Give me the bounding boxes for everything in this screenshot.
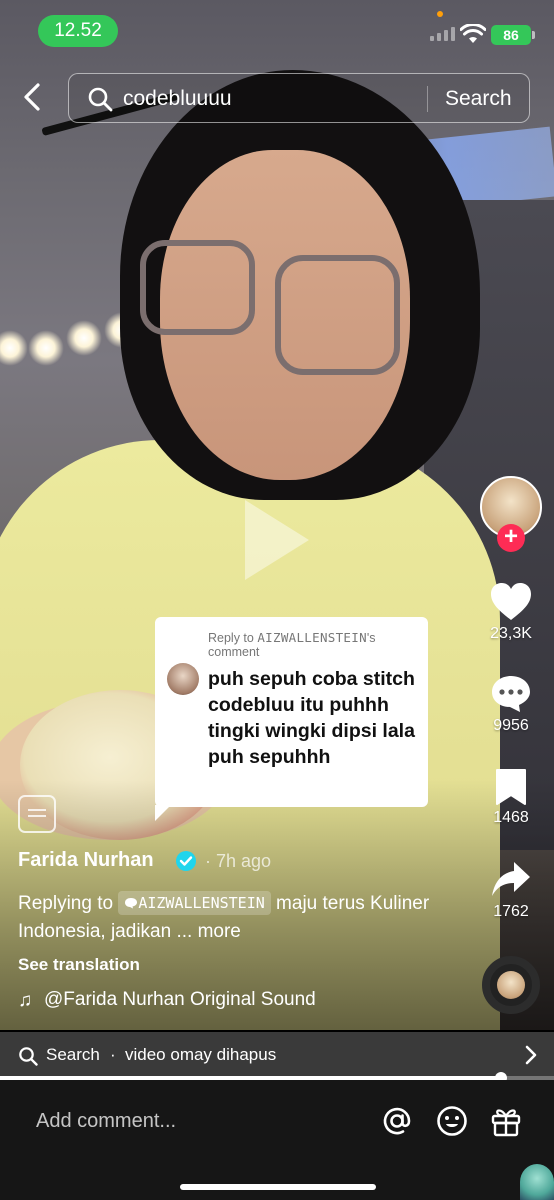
- heart-icon: [491, 583, 531, 620]
- wifi-icon: [460, 24, 486, 43]
- search-field[interactable]: codebluuuu Search: [68, 73, 530, 123]
- comment-bar: Add comment...: [0, 1080, 554, 1200]
- captions-icon[interactable]: [18, 795, 56, 833]
- sound-disc[interactable]: [482, 956, 540, 1014]
- author-name[interactable]: Farida Nurhan: [18, 849, 154, 872]
- sound-name[interactable]: @Farida Nurhan Original Sound: [44, 989, 316, 1011]
- caption-more-link[interactable]: more: [198, 921, 241, 942]
- share-button[interactable]: 1762: [480, 860, 542, 921]
- search-button[interactable]: Search: [445, 87, 512, 111]
- post-caption[interactable]: Replying to AIZWALLENSTEIN maju terus Ku…: [18, 890, 438, 946]
- gift-icon[interactable]: [489, 1104, 523, 1138]
- chevron-right-icon: [525, 1045, 537, 1065]
- save-count: 1468: [493, 809, 529, 826]
- sound-disc-avatar: [497, 971, 525, 999]
- bookmark-icon: [496, 769, 526, 805]
- comment-count: 9956: [493, 717, 529, 734]
- reply-comment-sticker[interactable]: Reply to AIZWALLENSTEIN's comment puh se…: [155, 617, 428, 821]
- emoji-icon[interactable]: [435, 1104, 469, 1138]
- reply-label-prefix: Reply to: [208, 631, 258, 645]
- search-suggestion-query: video omay dihapus: [125, 1045, 277, 1064]
- caption-mention-name: AIZWALLENSTEIN: [138, 894, 265, 912]
- background-light: [66, 320, 102, 356]
- reply-label: Reply to AIZWALLENSTEIN's comment: [208, 630, 423, 660]
- see-translation-link[interactable]: See translation: [18, 955, 140, 975]
- battery-indicator: 86: [491, 25, 535, 45]
- follow-plus-icon[interactable]: +: [497, 524, 525, 552]
- status-bar: 12.52 86: [0, 0, 554, 60]
- signal-icon: [430, 27, 455, 41]
- search-icon: [88, 87, 113, 112]
- comments-button[interactable]: 9956: [480, 674, 542, 735]
- share-arrow-icon: [492, 862, 530, 896]
- commenter-avatar: [167, 663, 199, 695]
- glasses-left: [140, 240, 255, 335]
- search-icon: [19, 1047, 38, 1066]
- search-suggestion-bar[interactable]: Search · video omay dihapus: [0, 1032, 554, 1080]
- post-time: · 7h ago: [205, 851, 272, 871]
- add-comment-input[interactable]: Add comment...: [36, 1110, 176, 1133]
- video-player[interactable]: [0, 0, 554, 1030]
- background-light: [0, 330, 28, 366]
- background-light: [28, 330, 64, 366]
- reply-comment-text: puh sepuh coba stitch codebluu itu puhhh…: [208, 668, 415, 768]
- back-arrow-icon[interactable]: [18, 82, 48, 112]
- privacy-indicator-dot: [437, 11, 443, 17]
- comment-chip-icon: [125, 898, 138, 909]
- like-count: 23,3K: [490, 625, 532, 642]
- caption-prefix: Replying to: [18, 893, 114, 914]
- floating-avatar[interactable]: [520, 1164, 554, 1200]
- mention-at-icon[interactable]: [380, 1104, 414, 1138]
- home-indicator[interactable]: [180, 1184, 376, 1190]
- save-button[interactable]: 1468: [480, 768, 542, 827]
- reply-username: AIZWALLENSTEIN: [257, 630, 367, 645]
- sticker-tail: [155, 805, 171, 821]
- music-note-icon: ♫: [18, 990, 33, 1011]
- like-button[interactable]: 23,3K: [480, 582, 542, 643]
- comment-bubble-icon: [492, 676, 530, 712]
- glasses-right: [275, 255, 400, 375]
- search-divider: [427, 86, 428, 112]
- search-suggestion-label: Search: [46, 1045, 100, 1064]
- verified-badge-icon: [176, 851, 196, 871]
- play-icon[interactable]: [245, 500, 309, 580]
- search-query-text[interactable]: codebluuuu: [123, 87, 232, 111]
- search-suggestion-separator: ·: [110, 1045, 116, 1064]
- caption-mention[interactable]: AIZWALLENSTEIN: [118, 891, 271, 915]
- status-time: 12.52: [38, 15, 118, 47]
- share-count: 1762: [493, 903, 529, 920]
